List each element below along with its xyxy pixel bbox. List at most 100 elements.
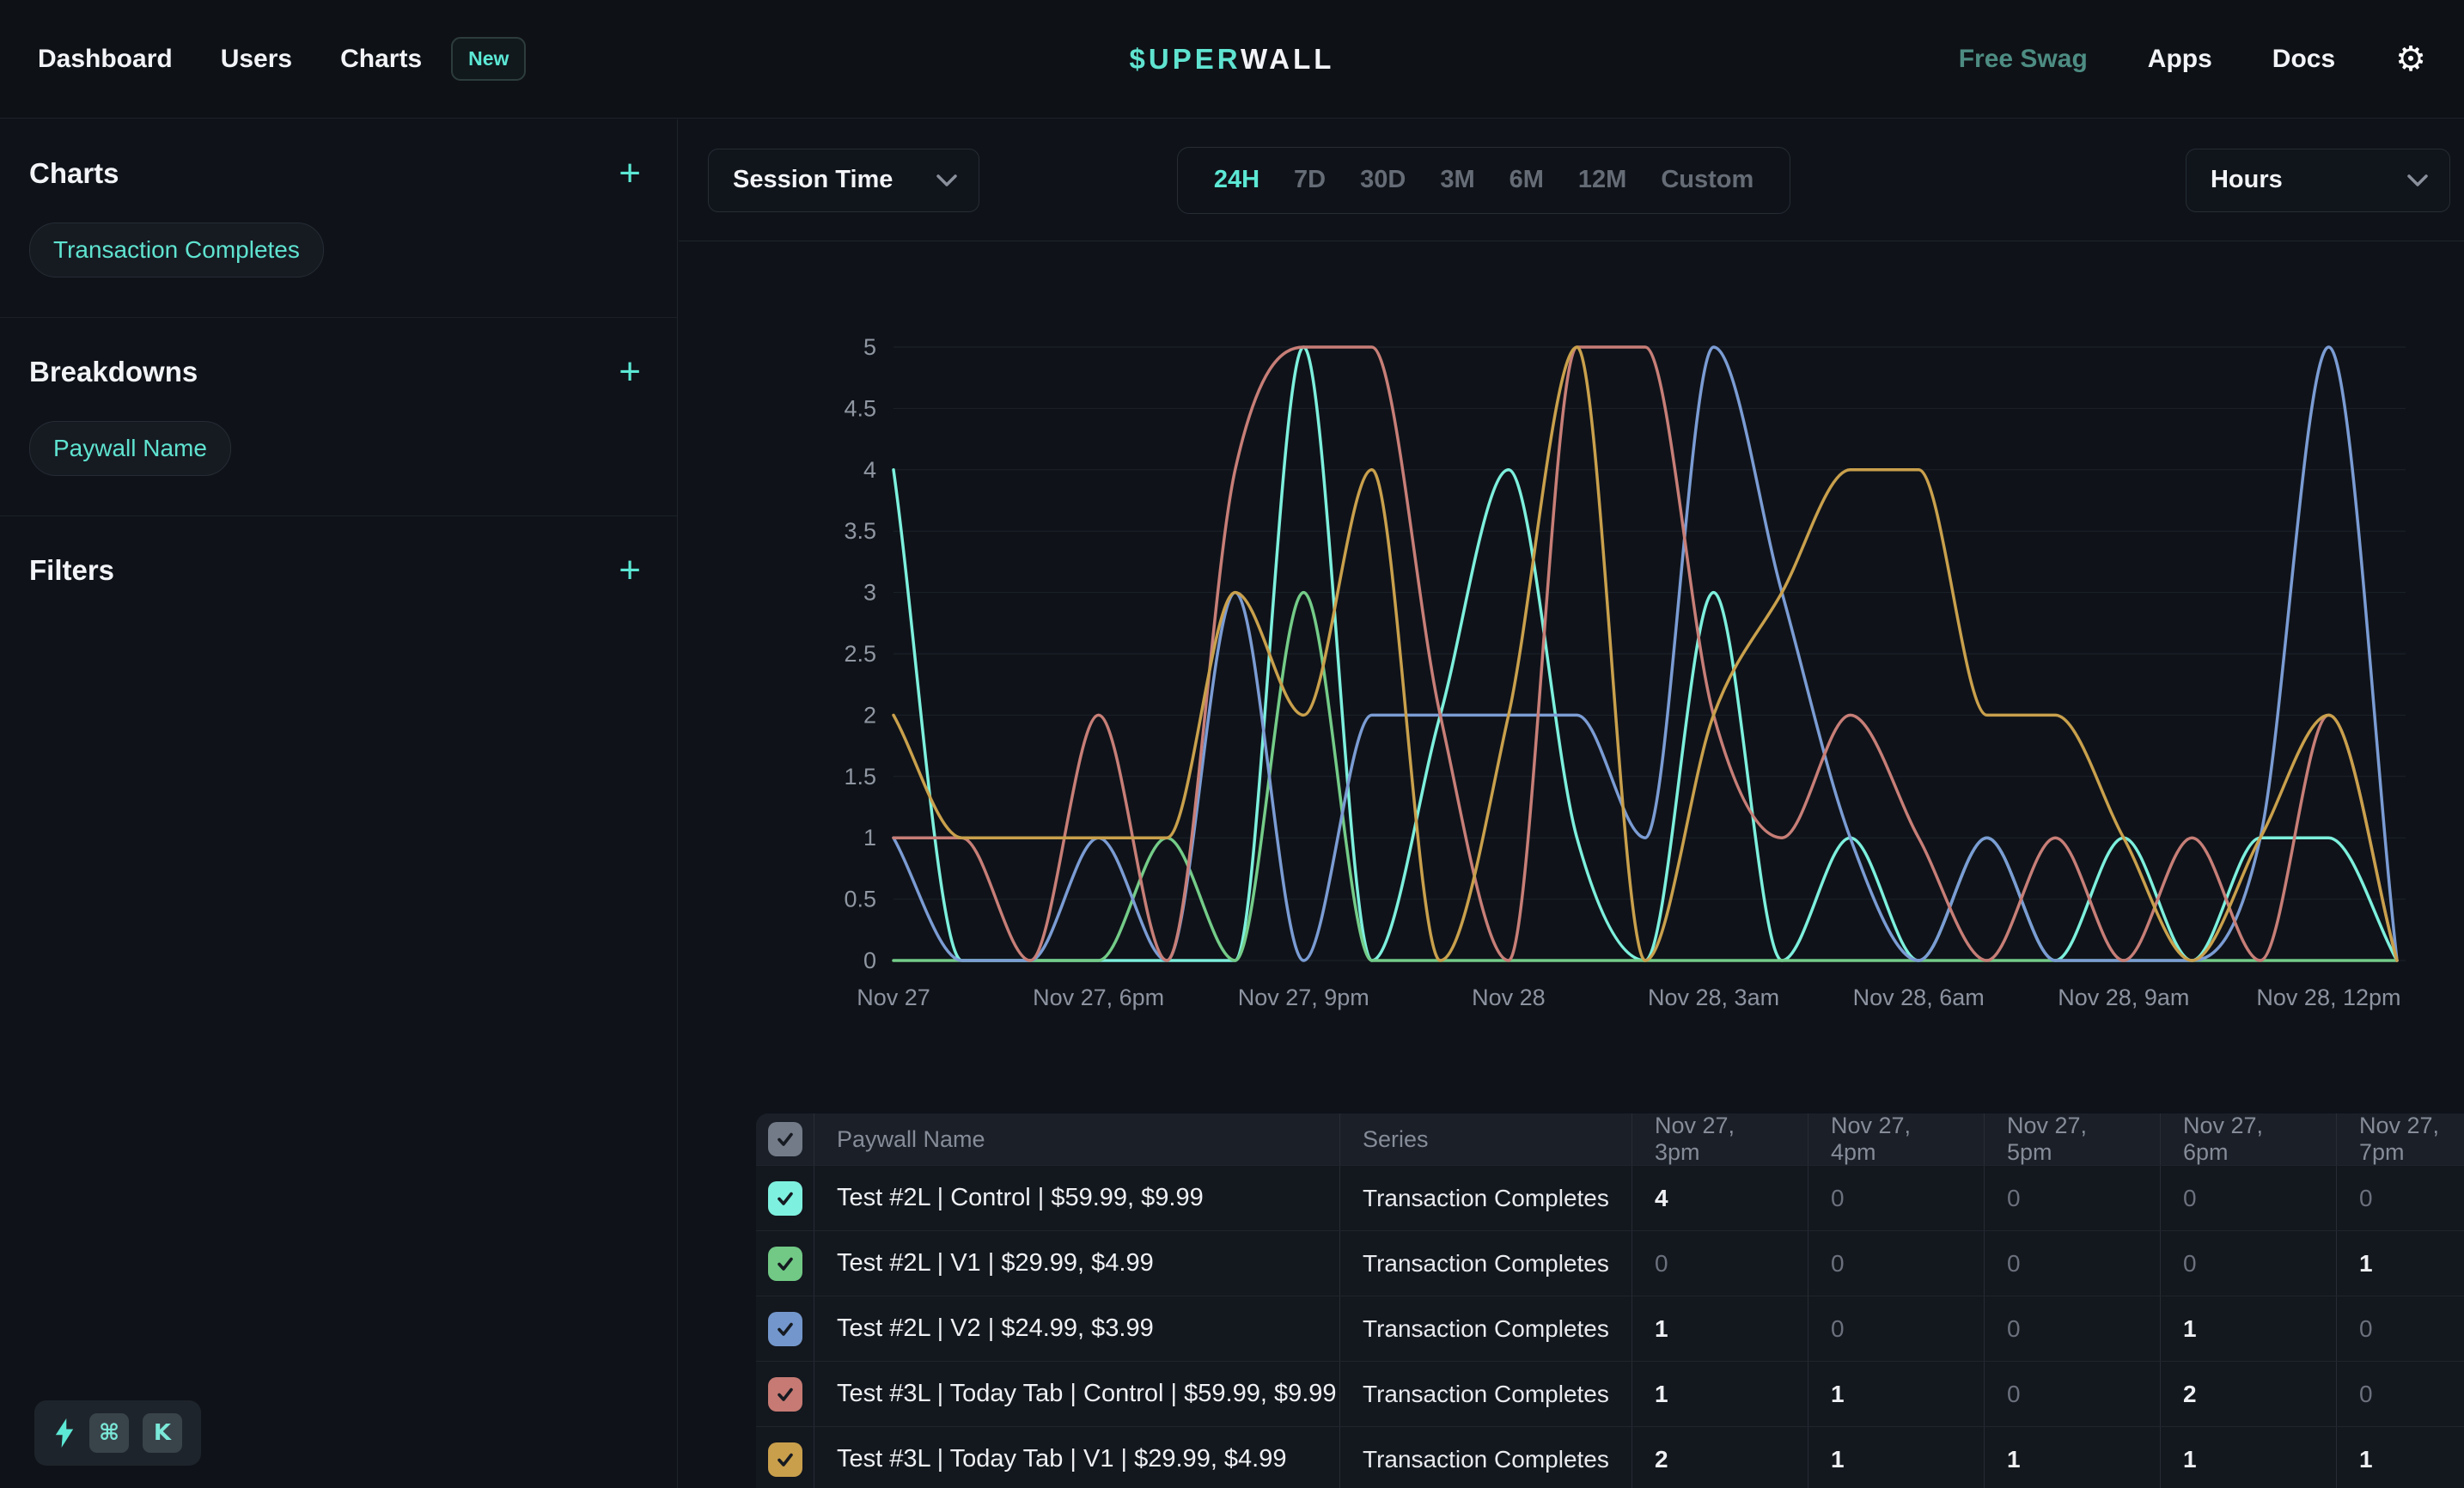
cell-value: 0 (2359, 1315, 2373, 1343)
check-icon (775, 1319, 796, 1339)
nav-left: Dashboard Users Charts New (38, 37, 526, 81)
y-axis-tick: 3 (863, 580, 876, 606)
range-option-3m[interactable]: 3M (1423, 166, 1491, 194)
chevron-down-icon (936, 174, 958, 187)
chip-paywall-name[interactable]: Paywall Name (29, 421, 231, 476)
nav-item-charts[interactable]: Charts (340, 45, 422, 74)
y-axis-tick: 3.5 (844, 518, 876, 544)
new-badge: New (451, 37, 526, 81)
column-header: Series (1363, 1126, 1429, 1153)
x-axis-tick: Nov 27 (857, 985, 930, 1010)
y-axis-tick: 1.5 (844, 764, 876, 790)
row-checkbox-4[interactable] (768, 1442, 802, 1477)
table-row: Test #2L | Control | $59.99, $9.99Transa… (756, 1166, 2464, 1231)
range-option-12m[interactable]: 12M (1561, 166, 1644, 194)
x-axis-tick: Nov 28 (1472, 985, 1546, 1010)
superwall-dashboard: Dashboard Users Charts New $UPERWALL Fre… (0, 0, 2464, 1488)
row-checkbox-3[interactable] (768, 1377, 802, 1412)
sidebar-section-filters: Filters + (0, 516, 677, 626)
paywall-name: Test #3L | Today Tab | V1 | $29.99, $4.9… (837, 1445, 1287, 1473)
paywall-name: Test #2L | V2 | $24.99, $3.99 (837, 1314, 1154, 1343)
add-chart-button plus-icon[interactable]: + (612, 160, 648, 187)
range-option-custom[interactable]: Custom (1644, 166, 1771, 194)
lightning-icon (53, 1418, 76, 1448)
cell-value: 0 (2359, 1185, 2373, 1212)
cell-value: 1 (2359, 1446, 2373, 1473)
breakdown-table: Paywall Name Series Nov 27, 3pm Nov 27, 4pm… (756, 1113, 2464, 1488)
series-name: Transaction Completes (1363, 1315, 1609, 1343)
cell-value: 0 (2007, 1315, 2021, 1343)
cell-value: 0 (1831, 1185, 1845, 1212)
add-breakdown-button plus-icon[interactable]: + (612, 358, 648, 386)
range-option-30d[interactable]: 30D (1343, 166, 1423, 194)
nav-item-dashboard[interactable]: Dashboard (38, 45, 173, 74)
nav-item-users[interactable]: Users (221, 45, 292, 74)
nav-item-docs[interactable]: Docs (2272, 45, 2335, 74)
column-header: Nov 27, 6pm (2183, 1113, 2314, 1166)
filters-section-title: Filters (29, 554, 114, 587)
breakdowns-section-title: Breakdowns (29, 356, 198, 388)
select-all-checkbox[interactable] (768, 1122, 802, 1156)
sidebar-section-breakdowns: Breakdowns + Paywall Name (0, 318, 677, 516)
cell-value: 2 (1655, 1446, 1668, 1473)
row-checkbox-1[interactable] (768, 1247, 802, 1281)
range-option-6m[interactable]: 6M (1492, 166, 1561, 194)
logo-rest: WALL (1241, 43, 1334, 75)
cell-value: 0 (2007, 1250, 2021, 1278)
column-header: Nov 27, 4pm (1831, 1113, 1961, 1166)
table-row: Test #3L | Today Tab | V1 | $29.99, $4.9… (756, 1427, 2464, 1488)
range-option-24h[interactable]: 24H (1197, 166, 1277, 194)
cell-value: 1 (2007, 1446, 2021, 1473)
cell-value: 2 (2183, 1381, 2197, 1408)
cell-value: 1 (1831, 1381, 1845, 1408)
gear-icon[interactable]: ⚙ (2395, 42, 2426, 76)
row-checkbox-2[interactable] (768, 1312, 802, 1346)
command-palette-shortcut[interactable]: ⌘ K (34, 1400, 201, 1466)
cell-value: 0 (2007, 1185, 2021, 1212)
column-header: Paywall Name (837, 1126, 985, 1153)
k-keycap: K (143, 1413, 182, 1453)
nav-right: Free Swag Apps Docs ⚙ (1959, 42, 2426, 76)
y-axis-tick: 2 (863, 702, 876, 728)
cell-value: 4 (1655, 1185, 1668, 1212)
y-axis-tick: 1 (863, 825, 876, 851)
row-checkbox-0[interactable] (768, 1181, 802, 1216)
column-header: Nov 27, 5pm (2007, 1113, 2138, 1166)
check-icon (775, 1253, 796, 1274)
chip-transaction-completes[interactable]: Transaction Completes (29, 223, 324, 277)
column-header: Nov 27, 3pm (1655, 1113, 1785, 1166)
cell-value: 0 (1655, 1250, 1668, 1278)
series-name: Transaction Completes (1363, 1446, 1609, 1473)
range-option-7d[interactable]: 7D (1277, 166, 1343, 194)
unit-select-value: Hours (2211, 166, 2283, 194)
check-icon (775, 1129, 796, 1150)
metric-select-value: Session Time (733, 166, 893, 194)
chart-toolbar: Session Time 24H7D30D3M6M12MCustom Hours (679, 119, 2464, 241)
time-range-selector: 24H7D30D3M6M12MCustom (1177, 147, 1790, 214)
nav-item-free-swag[interactable]: Free Swag (1959, 45, 2088, 74)
x-axis-tick: Nov 27, 9pm (1238, 985, 1369, 1010)
cmd-keycap: ⌘ (89, 1413, 129, 1453)
check-icon (775, 1449, 796, 1470)
check-icon (775, 1384, 796, 1405)
unit-select[interactable]: Hours (2186, 149, 2450, 212)
series-name: Transaction Completes (1363, 1381, 1609, 1408)
x-axis-tick: Nov 27, 6pm (1033, 985, 1164, 1010)
cell-value: 0 (2007, 1381, 2021, 1408)
add-filter-button plus-icon[interactable]: + (612, 557, 648, 584)
table-row: Test #2L | V1 | $29.99, $4.99Transaction… (756, 1231, 2464, 1296)
y-axis-tick: 2.5 (844, 641, 876, 667)
cell-value: 1 (1655, 1315, 1668, 1343)
paywall-name: Test #2L | Control | $59.99, $9.99 (837, 1184, 1204, 1212)
cell-value: 1 (1831, 1446, 1845, 1473)
column-header: Nov 27, 7pm (2359, 1113, 2464, 1166)
x-axis-tick: Nov 28, 9am (2058, 985, 2189, 1010)
cell-value: 1 (2359, 1250, 2373, 1278)
metric-select[interactable]: Session Time (708, 149, 979, 212)
table-header-row: Paywall Name Series Nov 27, 3pm Nov 27, 4pm… (756, 1113, 2464, 1166)
x-axis-tick: Nov 28, 12pm (2256, 985, 2400, 1010)
sidebar-section-charts: Charts + Transaction Completes (0, 119, 677, 318)
paywall-name: Test #2L | V1 | $29.99, $4.99 (837, 1249, 1154, 1278)
nav-item-apps[interactable]: Apps (2148, 45, 2212, 74)
cell-value: 0 (2183, 1250, 2197, 1278)
